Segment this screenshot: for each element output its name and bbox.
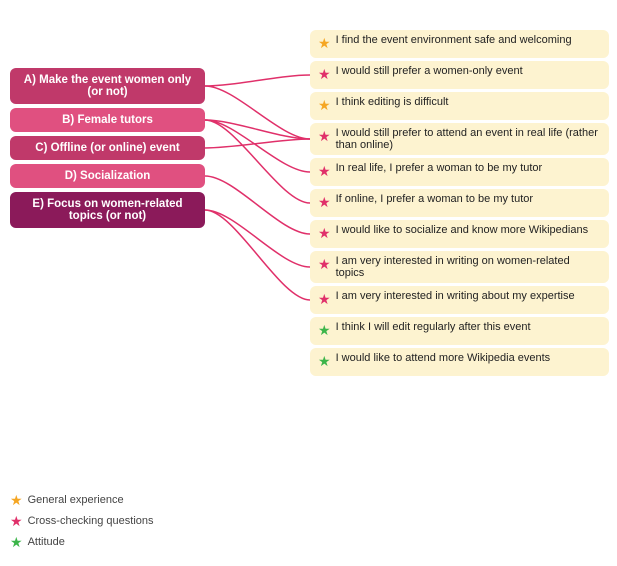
question-text-8: I am very interested in writing about my… bbox=[336, 290, 575, 302]
question-text-3: I would still prefer to attend an event … bbox=[336, 127, 601, 151]
category-box-c: C) Offline (or online) event bbox=[10, 136, 205, 160]
question-text-1: I would still prefer a women-only event bbox=[336, 65, 523, 77]
category-box-e: E) Focus on women-related topics (or not… bbox=[10, 192, 205, 228]
question-text-4: In real life, I prefer a woman to be my … bbox=[336, 162, 543, 174]
question-box-5: ★ If online, I prefer a woman to be my tu… bbox=[310, 189, 609, 217]
question-box-8: ★ I am very interested in writing about m… bbox=[310, 286, 609, 314]
question-box-3: ★ I would still prefer to attend an event… bbox=[310, 123, 609, 155]
pink-star-icon: ★ bbox=[318, 66, 331, 83]
legend-star-gold: ★ bbox=[10, 492, 23, 509]
question-box-4: ★ In real life, I prefer a woman to be my… bbox=[310, 158, 609, 186]
main-container: A) Make the event women only (or not) B) … bbox=[0, 0, 617, 566]
question-text-2: I think editing is difficult bbox=[336, 96, 449, 108]
gold-star-icon: ★ bbox=[318, 35, 331, 52]
question-box-1: ★ I would still prefer a women-only event bbox=[310, 61, 609, 89]
question-text-5: If online, I prefer a woman to be my tut… bbox=[336, 193, 533, 205]
category-box-b: B) Female tutors bbox=[10, 108, 205, 132]
pink-star-icon: ★ bbox=[318, 163, 331, 180]
legend-label-1: Cross-checking questions bbox=[28, 515, 154, 527]
legend-item-2: ★ Attitude bbox=[10, 533, 154, 551]
legend-item-0: ★ General experience bbox=[10, 491, 154, 509]
pink-star-icon: ★ bbox=[318, 194, 331, 211]
question-text-6: I would like to socialize and know more … bbox=[336, 224, 589, 236]
categories-container: A) Make the event women only (or not) B) … bbox=[10, 68, 205, 228]
legend: ★ General experience ★ Cross-checking quest… bbox=[10, 491, 154, 551]
legend-star-pink: ★ bbox=[10, 513, 23, 530]
gold-star-icon: ★ bbox=[318, 97, 331, 114]
question-box-7: ★ I am very interested in writing on wome… bbox=[310, 251, 609, 283]
category-box-a: A) Make the event women only (or not) bbox=[10, 68, 205, 104]
legend-label-2: Attitude bbox=[28, 536, 65, 548]
question-text-10: I would like to attend more Wikipedia ev… bbox=[336, 352, 551, 364]
legend-star-green: ★ bbox=[10, 534, 23, 551]
pink-star-icon: ★ bbox=[318, 225, 331, 242]
question-text-7: I am very interested in writing on women… bbox=[336, 255, 601, 279]
question-text-0: I find the event environment safe and we… bbox=[336, 34, 572, 46]
question-box-10: ★ I would like to attend more Wikipedia e… bbox=[310, 348, 609, 376]
right-panel: ★ I find the event environment safe and w… bbox=[310, 30, 609, 376]
legend-label-0: General experience bbox=[28, 494, 124, 506]
pink-star-icon: ★ bbox=[318, 256, 331, 273]
category-box-d: D) Socialization bbox=[10, 164, 205, 188]
question-box-0: ★ I find the event environment safe and w… bbox=[310, 30, 609, 58]
question-box-6: ★ I would like to socialize and know more… bbox=[310, 220, 609, 248]
left-panel: A) Make the event women only (or not) B) … bbox=[10, 60, 205, 232]
question-text-9: I think I will edit regularly after this… bbox=[336, 321, 531, 333]
question-box-2: ★ I think editing is difficult bbox=[310, 92, 609, 120]
legend-item-1: ★ Cross-checking questions bbox=[10, 512, 154, 530]
pink-star-icon: ★ bbox=[318, 291, 331, 308]
green-star-icon: ★ bbox=[318, 353, 331, 370]
question-box-9: ★ I think I will edit regularly after thi… bbox=[310, 317, 609, 345]
pink-star-icon: ★ bbox=[318, 128, 331, 145]
green-star-icon: ★ bbox=[318, 322, 331, 339]
